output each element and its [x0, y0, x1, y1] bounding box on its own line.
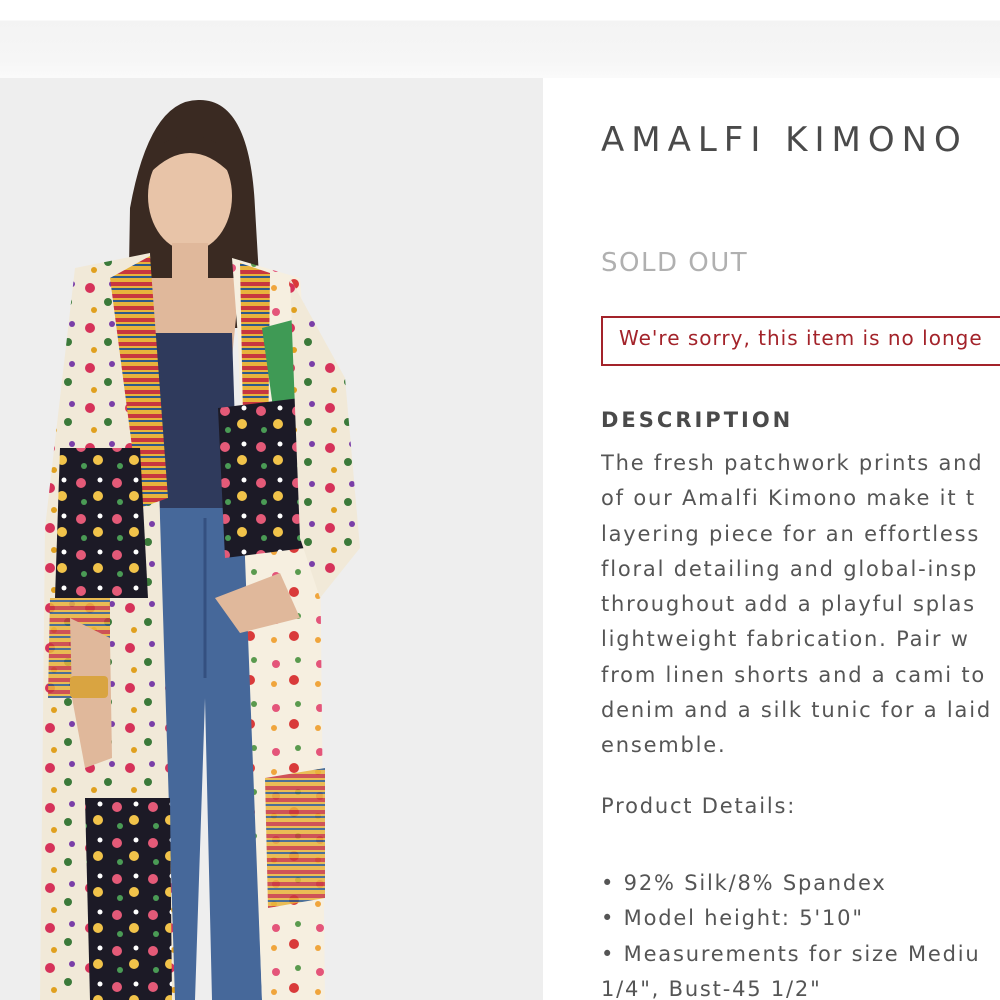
unavailable-alert-text: We're sorry, this item is no longe	[619, 326, 983, 350]
product-detail-item: • Measurements for size Mediu	[601, 941, 981, 966]
description-line: ensemble.	[601, 733, 727, 758]
product-page: AMALFI KIMONO SOLD OUT We're sorry, this…	[0, 0, 1000, 1000]
description-line: throughout add a playful splas	[601, 592, 976, 617]
product-detail-item: • Model height: 5'10"	[601, 906, 864, 931]
product-detail-item: • 92% Silk/8% Spandex	[601, 871, 887, 895]
description-line: floral detailing and global-insp	[601, 556, 979, 581]
product-title: AMALFI KIMONO	[601, 120, 968, 160]
description-text: The fresh patchwork prints and of our Am…	[601, 446, 992, 764]
site-header	[0, 0, 1000, 78]
product-details-label: Product Details:	[601, 794, 797, 818]
description-line: denim and a silk tunic for a laid	[601, 698, 992, 723]
description-line: The fresh patchwork prints and	[601, 451, 984, 475]
description-line: lightweight fabrication. Pair w	[601, 627, 970, 652]
description-heading: DESCRIPTION	[601, 408, 794, 432]
product-detail-item: 1/4", Bust-45 1/2"	[601, 976, 822, 1000]
description-line: layering piece for an effortless	[601, 521, 981, 546]
product-details-panel: AMALFI KIMONO SOLD OUT We're sorry, this…	[601, 78, 1000, 1000]
sold-out-status: SOLD OUT	[601, 248, 749, 278]
unavailable-alert: We're sorry, this item is no longe	[601, 316, 1000, 366]
product-image[interactable]	[0, 78, 543, 1000]
description-line: of our Amalfi Kimono make it t	[601, 486, 976, 511]
product-details-list: • 92% Silk/8% Spandex • Model height: 5'…	[601, 866, 981, 1000]
description-line: from linen shorts and a cami to	[601, 662, 987, 687]
product-photo-svg	[0, 78, 543, 1000]
